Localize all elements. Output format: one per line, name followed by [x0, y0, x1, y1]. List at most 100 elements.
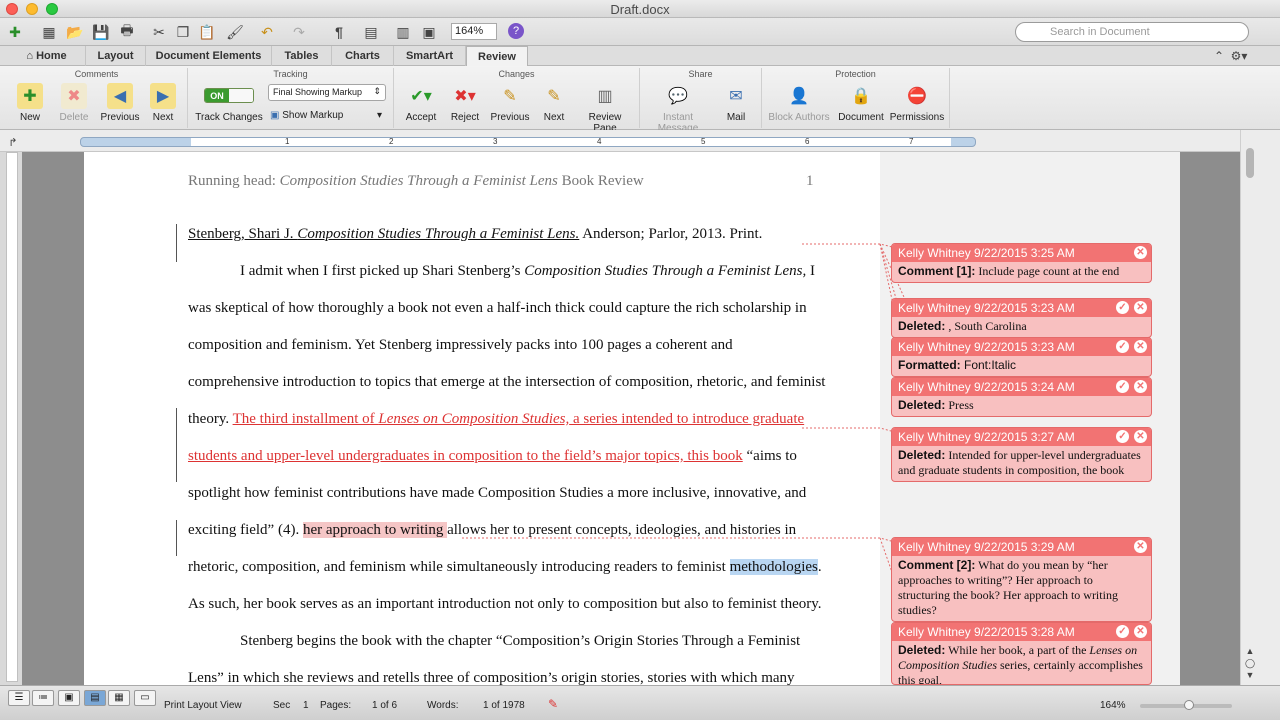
- page-number: 1: [806, 173, 814, 189]
- accept-change-icon[interactable]: ✓: [1116, 430, 1129, 443]
- deletion-balloon[interactable]: Kelly Whitney 9/22/2015 3:28 AM ✓ ✕ Delete…: [891, 622, 1152, 685]
- deletion-balloon[interactable]: Kelly Whitney 9/22/2015 3:24 AM ✓ ✕ Delete…: [891, 377, 1152, 417]
- reject-change-icon[interactable]: ✕: [1134, 625, 1147, 638]
- tab-tables[interactable]: Tables: [272, 46, 332, 66]
- previous-comment-icon: ◀: [107, 83, 133, 109]
- show-markup-button[interactable]: ▣ Show Markup ▾: [270, 110, 382, 121]
- vertical-scrollbar[interactable]: ▲ ◯ ▼: [1240, 130, 1280, 685]
- markup-mode-select[interactable]: Final Showing Markup ⇕: [268, 84, 386, 101]
- reject-change-icon[interactable]: ✕: [1134, 430, 1147, 443]
- citation-line: Stenberg, Shari J. Composition Studies T…: [188, 216, 762, 253]
- accept-change-icon[interactable]: ✓: [1116, 340, 1129, 353]
- accept-change-icon[interactable]: ✓: [1116, 625, 1129, 638]
- new-document-icon[interactable]: ✚: [6, 23, 24, 41]
- selected-text[interactable]: methodologies: [729, 559, 818, 575]
- previous-comment-label: Previous: [100, 112, 140, 123]
- media-browser-icon[interactable]: ▣: [420, 23, 438, 41]
- ribbon-settings-icon[interactable]: ⚙▾: [1230, 47, 1248, 65]
- formatting-balloon[interactable]: Kelly Whitney 9/22/2015 3:23 AM ✓ ✕ Format…: [891, 337, 1152, 377]
- help-icon[interactable]: ?: [508, 23, 524, 39]
- tab-layout[interactable]: Layout: [86, 46, 146, 66]
- accept-change-icon[interactable]: ✓: [1116, 380, 1129, 393]
- track-changes-toggle[interactable]: ON: [204, 88, 254, 103]
- tab-smartart[interactable]: SmartArt: [394, 46, 466, 66]
- cut-icon[interactable]: ✂: [150, 23, 168, 41]
- format-painter-icon[interactable]: 🖌: [226, 23, 244, 41]
- new-comment-icon: ✚: [17, 83, 43, 109]
- draft-view-button[interactable]: ☰: [8, 690, 30, 706]
- previous-comment-button[interactable]: ◀ Previous: [98, 83, 142, 123]
- document-protection-label: Document: [838, 112, 884, 123]
- tab-charts[interactable]: Charts: [332, 46, 394, 66]
- show-markup-label: Show Markup: [282, 110, 344, 121]
- spelling-status-icon[interactable]: ✎: [548, 697, 558, 711]
- print-layout-view-button[interactable]: ▤: [84, 690, 106, 706]
- track-changes-label: Track Changes: [195, 112, 263, 123]
- tab-review[interactable]: Review: [466, 46, 528, 67]
- comment-balloon[interactable]: Kelly Whitney 9/22/2015 3:29 AM ✕ Comment…: [891, 537, 1152, 622]
- view-layout-icon[interactable]: ▤: [362, 23, 380, 41]
- next-change-button[interactable]: ✎ Next: [536, 83, 572, 123]
- scrollbar-thumb[interactable]: [1246, 148, 1254, 178]
- commented-text[interactable]: her approach to writing: [302, 522, 448, 538]
- next-change-icon: ✎: [547, 88, 561, 105]
- accept-button[interactable]: ✔▾ Accept: [400, 83, 442, 123]
- deletion-balloon[interactable]: Kelly Whitney 9/22/2015 3:27 AM ✓ ✕ Delete…: [891, 427, 1152, 482]
- horizontal-ruler[interactable]: 1 2 3 4 5 6 7: [80, 137, 976, 147]
- tab-home[interactable]: ⌂ Home: [8, 46, 86, 66]
- title-bar: Draft.docx: [0, 0, 1280, 18]
- copy-icon[interactable]: ❐: [174, 23, 192, 41]
- gallery-icon[interactable]: ▦: [40, 23, 58, 41]
- next-page-icon[interactable]: ▼: [1241, 666, 1259, 684]
- balloon-label: Comment [1]:: [898, 264, 976, 278]
- redo-icon[interactable]: ↷: [290, 23, 308, 41]
- document-page[interactable]: Running head: Composition Studies Throug…: [84, 152, 880, 685]
- undo-icon[interactable]: ↶: [258, 23, 276, 41]
- delete-comment-button[interactable]: ✖ Delete: [54, 83, 94, 123]
- next-comment-button[interactable]: ▶ Next: [146, 83, 180, 123]
- tab-document-elements[interactable]: Document Elements: [146, 46, 272, 66]
- collapse-ribbon-icon[interactable]: ⌃: [1210, 47, 1228, 65]
- open-icon[interactable]: 📂: [66, 23, 84, 41]
- publishing-view-button[interactable]: ▣: [58, 690, 80, 706]
- new-comment-button[interactable]: ✚ New: [12, 83, 48, 123]
- focus-view-button[interactable]: ▭: [134, 690, 156, 706]
- deletion-balloon[interactable]: Kelly Whitney 9/22/2015 3:23 AM ✓ ✕ Delete…: [891, 298, 1152, 338]
- document-protection-button[interactable]: 🔒 Document: [836, 83, 886, 123]
- paste-icon[interactable]: 📋: [198, 23, 216, 41]
- balloon-body: Formatted: Font:Italic: [892, 356, 1151, 376]
- vertical-ruler[interactable]: [6, 152, 18, 682]
- delete-comment-icon[interactable]: ✕: [1134, 246, 1147, 259]
- zoom-select[interactable]: 164%: [451, 23, 497, 40]
- notebook-view-button[interactable]: ▦: [108, 690, 130, 706]
- review-pane-button[interactable]: ▥ Review Pane: [576, 83, 634, 134]
- reject-button[interactable]: ✖▾ Reject: [444, 83, 486, 123]
- balloon-body: Comment [2]: What do you mean by “her ap…: [892, 556, 1151, 621]
- words-value: 1 of 1978: [483, 700, 525, 711]
- zoom-slider-knob[interactable]: [1184, 700, 1194, 710]
- save-icon[interactable]: 💾: [92, 23, 110, 41]
- search-input[interactable]: Search in Document: [1015, 22, 1249, 42]
- instant-message-button[interactable]: 💬 Instant Message: [642, 83, 714, 134]
- previous-change-button[interactable]: ✎ Previous: [488, 83, 532, 123]
- delete-comment-icon[interactable]: ✕: [1134, 540, 1147, 553]
- block-authors-button[interactable]: 👤 Block Authors: [766, 83, 832, 123]
- comment-balloon[interactable]: Kelly Whitney 9/22/2015 3:25 AM ✕ Comment…: [891, 243, 1152, 283]
- reject-change-icon[interactable]: ✕: [1134, 380, 1147, 393]
- mail-button[interactable]: ✉ Mail: [720, 83, 752, 123]
- sidebar-toggle-icon[interactable]: ▥: [394, 23, 412, 41]
- text-line: composition and feminism. Yet Stenberg i…: [188, 337, 733, 353]
- reject-change-icon[interactable]: ✕: [1134, 340, 1147, 353]
- accept-change-icon[interactable]: ✓: [1116, 301, 1129, 314]
- outline-view-button[interactable]: ≔: [32, 690, 54, 706]
- text-span: allows her to present concepts, ideologi…: [447, 522, 797, 538]
- paragraph-marks-icon[interactable]: ¶: [330, 23, 348, 41]
- tab-stop-selector-icon[interactable]: ↱: [4, 133, 22, 151]
- permissions-button[interactable]: ⛔ Permissions: [888, 83, 946, 123]
- reject-change-icon[interactable]: ✕: [1134, 301, 1147, 314]
- zoom-slider[interactable]: [1140, 700, 1232, 710]
- accept-label: Accept: [405, 112, 437, 123]
- text-line: theory. The third installment of Lenses …: [188, 401, 804, 438]
- print-icon[interactable]: 🖶: [118, 22, 136, 41]
- share-group-label: Share: [688, 69, 713, 79]
